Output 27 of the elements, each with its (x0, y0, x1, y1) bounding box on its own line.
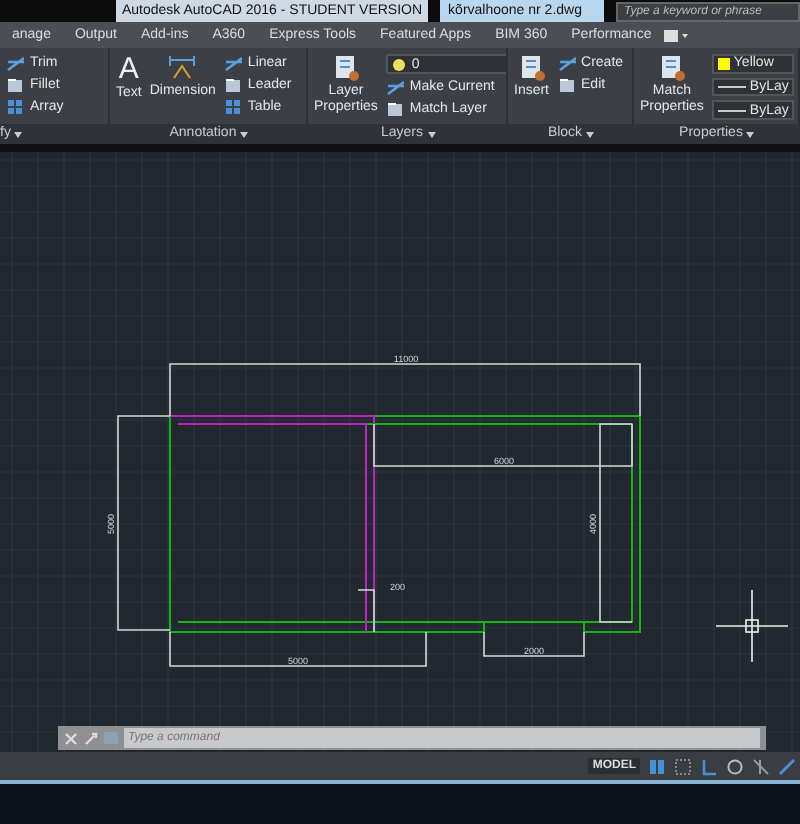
line-icon (385, 78, 404, 96)
document-icon (331, 54, 360, 82)
dimension-line (483, 631, 585, 657)
prompt-icon (104, 732, 118, 744)
grid-icon (6, 98, 24, 116)
caret-icon[interactable] (586, 131, 595, 137)
caret-icon[interactable] (14, 131, 23, 137)
ortho-icon[interactable] (700, 757, 718, 775)
document-icon (657, 54, 686, 82)
text-tool-icon: A (118, 54, 139, 84)
lightbulb-icon (391, 57, 406, 71)
line-icon (223, 54, 242, 72)
document-icon (517, 54, 546, 82)
grid-icon[interactable] (648, 757, 666, 775)
caret-icon[interactable] (240, 131, 249, 137)
osnap-icon[interactable] (752, 757, 770, 775)
lineweight-icon[interactable] (778, 757, 796, 775)
panel-toggle-icon[interactable] (663, 29, 688, 41)
polar-icon[interactable] (726, 757, 744, 775)
snap-icon[interactable] (674, 757, 692, 775)
line-icon (557, 54, 576, 72)
caret-icon[interactable] (427, 131, 435, 137)
line-icon (6, 54, 24, 72)
grid-icon (223, 98, 242, 116)
caret-icon[interactable] (746, 131, 755, 137)
crosshair-cursor (715, 589, 789, 663)
dimension-icon (168, 54, 197, 82)
